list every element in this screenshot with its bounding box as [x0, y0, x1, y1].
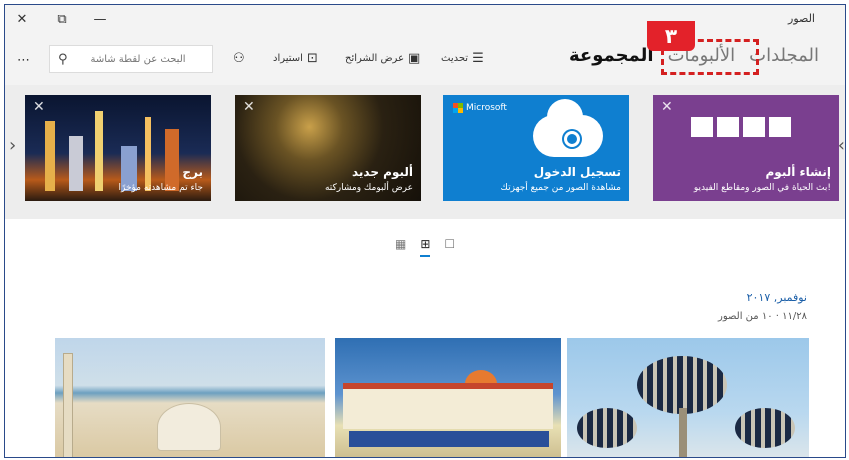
- photo-thumbnail[interactable]: [335, 338, 561, 457]
- more-options-icon[interactable]: ⋯: [17, 53, 31, 68]
- tab-folders[interactable]: المجلدات: [749, 41, 819, 70]
- photos-window: ✕ ⧉ — الصور المجموعة الألبومات المجلدات …: [4, 4, 846, 458]
- minimize-icon[interactable]: —: [89, 8, 111, 30]
- tower-shape: [165, 129, 179, 191]
- cloud-dot: [564, 131, 580, 147]
- minaret-shape: [63, 353, 73, 457]
- import-label: استيراد: [273, 53, 303, 64]
- card-subtitle: بث الحياة في الصور ومقاطع الفيديو!: [693, 183, 831, 194]
- tower-shape: [69, 136, 83, 191]
- card-sign-in[interactable]: Microsoft تسجيل الدخول مشاهدة الصور من ج…: [443, 95, 629, 201]
- search-box[interactable]: ⚲: [49, 45, 213, 73]
- card-subtitle: عرض ألبومك ومشاركته: [324, 183, 413, 194]
- slideshow-icon: ▣: [408, 51, 421, 66]
- restore-icon[interactable]: ⧉: [51, 8, 73, 30]
- gallery-count: ١١/٢٨ · ١٠ من الصور: [718, 311, 807, 322]
- view-switcher: ▦ ⊞ ☐: [395, 237, 455, 257]
- person-icon: ⚇: [233, 51, 245, 66]
- gallery-date: نوفمبر, ٢٠١٧: [746, 291, 807, 304]
- tower-shape: [95, 111, 103, 191]
- single-view-icon[interactable]: ☐: [444, 237, 455, 257]
- water-tower-shape: [637, 356, 727, 414]
- card-subtitle: مشاهدة الصور من جميع أجهزتك: [500, 183, 621, 194]
- close-icon[interactable]: ✕: [243, 99, 255, 115]
- search-input[interactable]: [75, 53, 186, 65]
- refresh-button[interactable]: ☰ تحديث: [441, 51, 484, 66]
- brand-label: Microsoft: [466, 103, 507, 113]
- card-title: تسجيل الدخول: [533, 165, 621, 179]
- card-title: برج: [182, 165, 203, 179]
- card-create-album[interactable]: ✕ إنشاء ألبوم بث الحياة في الصور ومقاطع …: [653, 95, 839, 201]
- slideshow-button[interactable]: ▣ عرض الشرائح: [345, 51, 420, 66]
- water-tower-shape: [577, 408, 637, 448]
- water-tower-shape: [735, 408, 795, 448]
- suggestion-banner: ‹ › ✕ إنشاء ألبوم بث الحياة في الصور ومق…: [5, 85, 845, 219]
- import-icon: ⊡: [306, 51, 318, 66]
- card-title: إنشاء ألبوم: [765, 165, 831, 179]
- tower-shape: [45, 121, 55, 191]
- building-facade: [343, 383, 553, 429]
- close-icon[interactable]: ✕: [11, 8, 33, 30]
- card-subtitle: جاء تم مشاهدته مؤخرًا: [118, 183, 203, 194]
- app-title: الصور: [788, 12, 815, 25]
- chevron-right-icon[interactable]: ›: [9, 135, 16, 156]
- title-bar: ✕ ⧉ — الصور: [5, 5, 845, 33]
- card-towers[interactable]: ✕ برج جاء تم مشاهدته مؤخرًا: [25, 95, 211, 201]
- refresh-icon: ☰: [472, 51, 484, 66]
- dome-shape: [157, 403, 221, 451]
- command-bar: المجموعة الألبومات المجلدات ٣ ☰ تحديث ▣ …: [5, 21, 845, 85]
- microsoft-logo: Microsoft: [453, 103, 507, 113]
- tower-stem: [679, 408, 687, 457]
- album-thumbnails: [691, 117, 791, 137]
- import-button[interactable]: ⊡ استيراد: [273, 51, 318, 66]
- photo-thumbnail[interactable]: [55, 338, 325, 457]
- card-title: ألبوم جديد: [351, 165, 413, 179]
- step-badge: ٣: [647, 21, 695, 51]
- card-new-album[interactable]: ✕ ألبوم جديد عرض ألبومك ومشاركته: [235, 95, 421, 201]
- tower-shape: [145, 117, 151, 191]
- close-icon[interactable]: ✕: [33, 99, 45, 115]
- photo-thumbnail[interactable]: [567, 338, 809, 457]
- search-icon: ⚲: [58, 51, 68, 67]
- grid-view-icon[interactable]: ⊞: [420, 237, 431, 257]
- close-icon[interactable]: ✕: [661, 99, 673, 115]
- slideshow-label: عرض الشرائح: [345, 53, 405, 64]
- building-sign: [349, 431, 549, 447]
- account-button[interactable]: ⚇: [233, 51, 245, 66]
- tab-collection[interactable]: المجموعة: [569, 41, 654, 70]
- list-view-icon[interactable]: ▦: [395, 237, 406, 257]
- refresh-label: تحديث: [441, 53, 469, 64]
